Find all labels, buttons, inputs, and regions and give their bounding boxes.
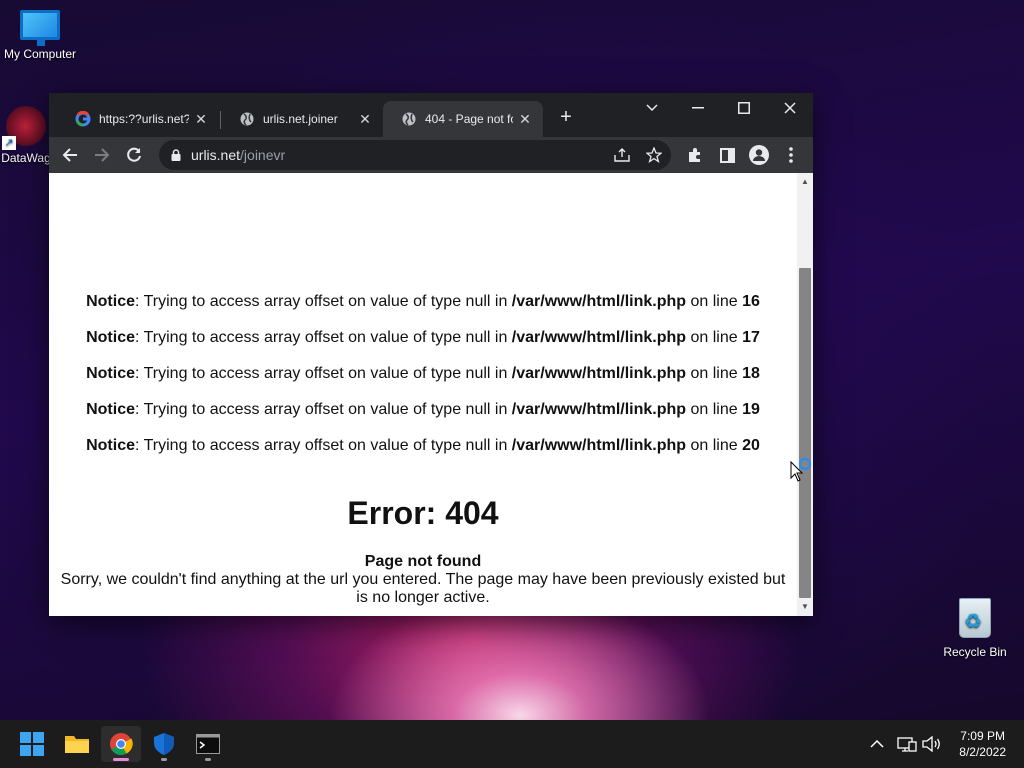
terminal-button[interactable] [188,726,228,762]
tab-strip: https:??urlis.net?jo ✕ urlis.net.joiner … [49,93,813,137]
page-content: Notice: Trying to access array offset on… [49,173,797,616]
profile-button[interactable] [745,141,773,169]
arrow-left-icon [62,148,77,162]
page-viewport: Notice: Trying to access array offset on… [49,173,813,616]
volume-button[interactable] [922,720,942,768]
defender-button[interactable] [144,726,184,762]
tab-title: 404 - Page not fou [425,112,513,126]
close-icon [784,102,796,114]
scroll-thumb[interactable] [799,268,811,598]
notice-line: Notice: Trying to access array offset on… [86,437,760,454]
share-button[interactable] [609,142,635,168]
globe-icon [401,111,417,127]
clock-date: 8/2/2022 [959,745,1006,759]
monitor-icon [20,10,60,46]
new-tab-button[interactable]: + [555,106,577,128]
file-explorer-button[interactable] [57,726,97,762]
google-icon [75,111,91,127]
desktop-icon-label: Recycle Bin [943,645,1007,659]
notice-line: Notice: Trying to access array offset on… [86,401,760,418]
network-button[interactable] [897,720,917,768]
close-icon[interactable]: ✕ [193,111,209,128]
notice-list: Notice: Trying to access array offset on… [49,293,797,473]
desktop-icon-recycle-bin[interactable]: ♻ Recycle Bin [935,598,1015,659]
share-icon [614,148,630,162]
maximize-icon [738,102,750,114]
start-icon [20,732,44,756]
globe-icon [239,111,255,127]
tab-title: urlis.net.joiner [263,112,338,126]
star-icon [646,147,662,163]
notice-line: Notice: Trying to access array offset on… [86,365,760,382]
defender-icon [154,733,174,755]
start-button[interactable] [12,726,52,762]
volume-icon [922,736,940,752]
side-panel-icon [719,147,735,163]
reload-button[interactable] [120,141,148,169]
show-hidden-icons-button[interactable] [870,720,884,768]
address-bar[interactable]: urlis.net/joinevr [159,140,671,170]
url-host: urlis.net [191,147,241,163]
error-message: Sorry, we couldn't find anything at the … [60,571,786,606]
lock-icon [171,149,181,161]
bookmark-button[interactable] [641,142,667,168]
reload-icon [127,147,141,162]
chevron-up-icon [870,740,884,748]
chrome-button[interactable] [101,726,141,762]
chevron-down-icon [646,104,658,112]
close-window-button[interactable] [767,93,813,123]
url-path: /joinevr [240,147,286,163]
clock-time: 7:09 PM [960,729,1005,743]
arrow-right-icon [95,148,110,162]
error-subtitle: Page not found [364,553,482,570]
more-vert-icon [789,147,793,163]
browser-toolbar: urlis.net/joinevr [49,137,813,173]
close-icon[interactable]: ✕ [517,111,533,128]
close-icon[interactable]: ✕ [357,111,373,128]
recycle-bin-icon: ♻ [959,598,991,638]
desktop-icon-label: My Computer [3,47,77,61]
file-explorer-icon [65,736,89,753]
busy-cursor-icon [790,457,812,482]
back-button[interactable] [56,141,84,169]
terminal-icon [196,734,220,754]
side-panel-button[interactable] [713,141,741,169]
scroll-down-arrow-icon[interactable]: ▼ [797,600,813,614]
minimize-button[interactable] [675,93,721,123]
tab-urlis-query[interactable]: https:??urlis.net?jo ✕ [57,101,219,137]
minimize-icon [692,107,704,109]
desktop-icon-my-computer[interactable]: My Computer [0,10,80,61]
taskbar: 7:09 PM 8/2/2022 [0,720,1024,768]
datawagon-icon: ↗ [2,106,46,150]
tab-title: https:??urlis.net?jo [99,112,189,126]
menu-button[interactable] [777,141,805,169]
notice-line: Notice: Trying to access array offset on… [86,329,760,346]
tab-search-button[interactable] [629,93,675,123]
error-title: Error: 404 [347,495,499,531]
scroll-up-arrow-icon[interactable]: ▲ [797,175,813,189]
chrome-icon [110,733,133,755]
forward-button[interactable] [88,141,116,169]
maximize-button[interactable] [721,93,767,123]
tab-404-page[interactable]: 404 - Page not fou ✕ [383,101,543,137]
tab-urlis-joiner[interactable]: urlis.net.joiner ✕ [221,101,383,137]
profile-icon [749,145,769,165]
puzzle-icon [689,148,700,162]
network-icon [897,737,917,752]
extensions-button[interactable] [681,141,709,169]
clock[interactable]: 7:09 PM 8/2/2022 [959,728,1006,760]
browser-window: https:??urlis.net?jo ✕ urlis.net.joiner … [49,93,813,616]
vertical-scrollbar[interactable]: ▲ ▼ [797,173,813,616]
notice-line: Notice: Trying to access array offset on… [86,293,760,310]
